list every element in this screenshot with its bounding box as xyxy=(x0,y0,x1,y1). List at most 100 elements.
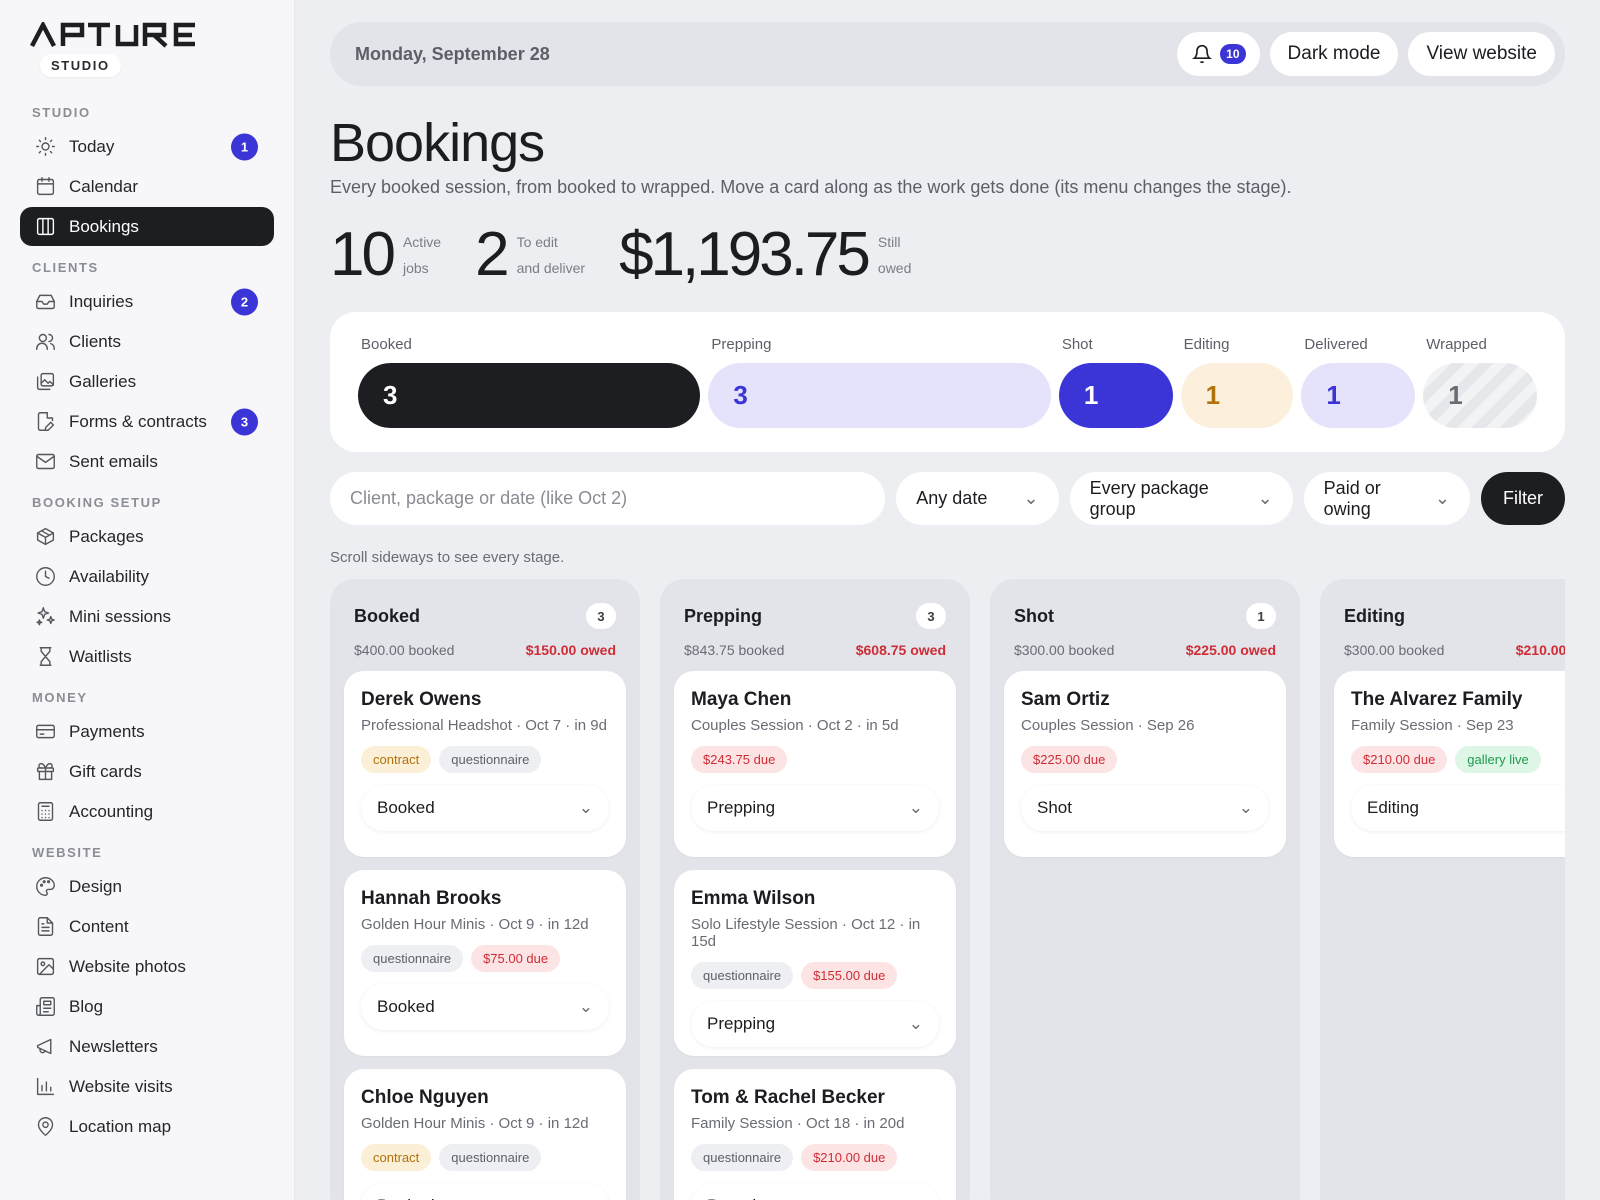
sidebar-item-location-map[interactable]: Location map xyxy=(20,1107,274,1146)
session-details: Couples Session · Sep 26 xyxy=(1021,717,1195,734)
sidebar-item-accounting[interactable]: Accounting xyxy=(20,792,274,831)
sidebar-item-payments[interactable]: Payments xyxy=(20,712,274,751)
card-tags: $210.00 due gallery live xyxy=(1351,746,1565,773)
pipeline-stage-count[interactable]: 1 xyxy=(1423,363,1537,428)
sidebar-item-clients[interactable]: Clients xyxy=(20,322,274,361)
stat-value: 10 xyxy=(330,220,396,289)
sidebar-item-inquiries[interactable]: Inquiries 2 xyxy=(20,282,274,321)
nav-section-title: WEBSITE xyxy=(32,845,103,860)
chevron-down-icon: ⌄ xyxy=(578,997,593,1016)
view-website-button[interactable]: View website xyxy=(1408,32,1555,76)
column-owed-total: $608.75 owed xyxy=(855,642,946,658)
sidebar-item-today[interactable]: Today 1 xyxy=(20,127,274,166)
sidebar-item-packages[interactable]: Packages xyxy=(20,517,274,556)
booking-card[interactable]: Maya Chen Couples Session · Oct 2 · in 5d… xyxy=(674,671,956,857)
sidebar-item-forms-and-contracts[interactable]: Forms & contracts 3 xyxy=(20,402,274,441)
session-details: Couples Session · Oct 2 · in 5d xyxy=(691,717,899,734)
sidebar-item-calendar[interactable]: Calendar xyxy=(20,167,274,206)
stat-label: Active xyxy=(402,234,442,250)
search-input[interactable] xyxy=(330,472,886,525)
booking-card[interactable]: Chloe Nguyen Golden Hour Minis · Oct 9 · … xyxy=(344,1069,626,1200)
pipeline-stage-count[interactable]: 1 xyxy=(1058,363,1173,428)
sidebar-item-bookings[interactable]: Bookings xyxy=(20,207,274,246)
kanban-board[interactable]: Booked 3 $400.00 booked $150.00 owed Derek O… xyxy=(330,579,1565,1200)
tag-due: $225.00 due xyxy=(1021,746,1118,773)
pipeline-stage-booked[interactable]: Booked 3 xyxy=(358,336,701,452)
sidebar-item-label: Mini sessions xyxy=(69,606,172,626)
date-select[interactable]: Any date ⌄ xyxy=(896,472,1059,525)
pipeline-stage-count[interactable]: 1 xyxy=(1301,363,1416,428)
filter-button[interactable]: Filter xyxy=(1481,472,1565,525)
stat-value: 2 xyxy=(475,220,510,289)
pipeline-stage-count[interactable]: 3 xyxy=(708,363,1051,428)
sidebar-item-sent-emails[interactable]: Sent emails xyxy=(20,442,274,481)
scroll-hint: Scroll sideways to see every stage. xyxy=(330,549,565,566)
sidebar-item-availability[interactable]: Availability xyxy=(20,557,274,596)
sidebar-item-waitlists[interactable]: Waitlists xyxy=(20,637,274,676)
current-date: Monday, September 28 xyxy=(355,43,550,64)
sidebar-item-label: Accounting xyxy=(69,801,154,821)
pipeline-stage-label: Editing xyxy=(1183,336,1230,353)
tag-gallery: gallery live xyxy=(1455,746,1541,773)
chevron-down-icon: ⌄ xyxy=(909,1196,923,1200)
sidebar-item-newsletters[interactable]: Newsletters xyxy=(20,1027,274,1066)
hourglass-icon xyxy=(34,646,56,668)
booking-card[interactable]: Sam Ortiz Couples Session · Sep 26 $225.00… xyxy=(1004,671,1286,857)
stat-active-jobs: 10 Active jobs xyxy=(330,222,441,288)
pipeline-stage-count[interactable]: 3 xyxy=(358,363,701,428)
sidebar-item-design[interactable]: Design xyxy=(20,867,274,906)
chevron-down-icon: ⌄ xyxy=(1023,488,1039,508)
sidebar-item-gift-cards[interactable]: Gift cards xyxy=(20,752,274,791)
pipeline-stage-label: Wrapped xyxy=(1426,336,1487,353)
stage-select[interactable]: Shot ⌄ xyxy=(1021,785,1269,831)
stats-row: 10 Active jobs 2 To edit and deliver $1,19… xyxy=(330,222,1565,288)
sidebar-item-blog[interactable]: Blog xyxy=(20,987,274,1026)
booking-card[interactable]: Hannah Brooks Golden Hour Minis · Oct 9 ·… xyxy=(344,870,626,1056)
stage-select[interactable]: Editing⌄ xyxy=(1351,785,1565,831)
sun-icon xyxy=(34,136,56,158)
sidebar-item-mini-sessions[interactable]: Mini sessions xyxy=(20,597,274,636)
stage-select[interactable]: Booked ⌄ xyxy=(361,1183,609,1200)
dark-mode-button[interactable]: Dark mode xyxy=(1269,32,1399,76)
column-title: Shot xyxy=(1014,605,1054,626)
file-text-icon xyxy=(34,916,56,938)
package-group-select[interactable]: Every package group ⌄ xyxy=(1069,472,1293,525)
booking-card[interactable]: Derek Owens Professional Headshot · Oct 7… xyxy=(344,671,626,857)
pipeline-stage-label: Shot xyxy=(1061,336,1093,353)
session-details: Professional Headshot · Oct 7 · in 9d xyxy=(361,717,607,734)
stage-select[interactable]: Prepping ⌄ xyxy=(691,1183,939,1200)
payment-select-value: Paid or owing xyxy=(1323,477,1381,519)
pipeline-stage-wrapped[interactable]: Wrapped 1 xyxy=(1423,336,1537,452)
tag-due: $243.75 due xyxy=(691,746,788,773)
chevron-down-icon: ⌄ xyxy=(1434,488,1450,508)
apture-wordmark-icon xyxy=(30,22,195,48)
booking-card[interactable]: Tom & Rachel Becker Family Session · Oct … xyxy=(674,1069,956,1200)
stage-select[interactable]: Prepping ⌄ xyxy=(691,1001,939,1047)
pipeline-stage-count[interactable]: 1 xyxy=(1180,363,1294,428)
notifications-button[interactable]: 10 xyxy=(1177,32,1260,76)
pipeline-stage-shot[interactable]: Shot 1 xyxy=(1058,336,1173,452)
apture-logo[interactable]: STUDIO xyxy=(30,22,274,77)
sidebar-item-content[interactable]: Content xyxy=(20,907,274,946)
sidebar-item-website-visits[interactable]: Website visits xyxy=(20,1067,274,1106)
session-details: Golden Hour Minis · Oct 9 · in 12d xyxy=(361,916,589,933)
nav-section-title: CLIENTS xyxy=(32,260,99,275)
stage-select[interactable]: Booked ⌄ xyxy=(361,785,609,831)
nav-section-title: STUDIO xyxy=(32,105,91,120)
sidebar-item-galleries[interactable]: Galleries xyxy=(20,362,274,401)
pipeline-stage-delivered[interactable]: Delivered 1 xyxy=(1301,336,1416,452)
booking-card[interactable]: Emma Wilson Solo Lifestyle Session · Oct … xyxy=(674,870,956,1056)
pipeline-stage-editing[interactable]: Editing 1 xyxy=(1180,336,1294,452)
client-name: Maya Chen xyxy=(691,689,792,710)
booking-card[interactable]: The Alvarez Family Family Session · Sep 2… xyxy=(1334,671,1565,857)
pipeline-stage-prepping[interactable]: Prepping 3 xyxy=(708,336,1051,452)
stage-select[interactable]: Booked ⌄ xyxy=(361,984,609,1030)
tag-questionnaire: questionnaire xyxy=(361,945,464,972)
pipeline-stage-label: Booked xyxy=(361,336,412,353)
stage-select[interactable]: Prepping ⌄ xyxy=(691,785,939,831)
tag-due: $210.00 due xyxy=(1351,746,1448,773)
sidebar-item-website-photos[interactable]: Website photos xyxy=(20,947,274,986)
payment-select[interactable]: Paid or owing ⌄ xyxy=(1303,472,1470,525)
bar-chart-icon xyxy=(34,1076,56,1098)
columns-icon xyxy=(34,216,56,238)
